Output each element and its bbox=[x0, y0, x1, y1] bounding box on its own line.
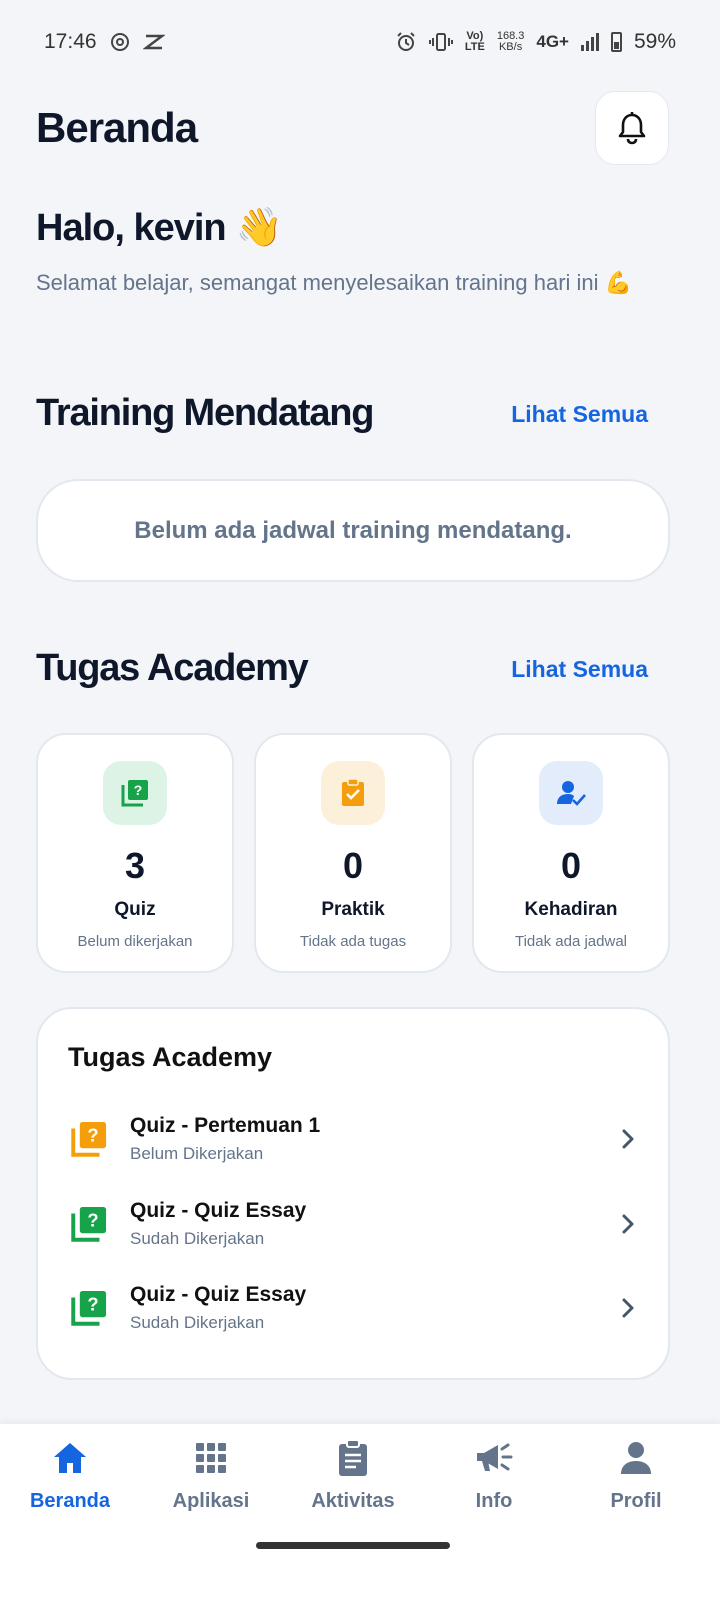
task-item[interactable]: ? Quiz - Quiz Essay Sudah Dikerjakan bbox=[68, 1194, 642, 1254]
chevron-right-icon bbox=[622, 1129, 634, 1149]
stat-card-praktik[interactable]: 0 Praktik Tidak ada tugas bbox=[254, 733, 452, 973]
status-left: 17:46 bbox=[44, 30, 165, 54]
greeting: Halo, kevin 👋 bbox=[36, 206, 283, 250]
task-status: Sudah Dikerjakan bbox=[130, 1313, 265, 1332]
task-list-card: Tugas Academy ? Quiz - Pertemuan 1 Belum… bbox=[36, 1007, 670, 1380]
stat-label: Quiz bbox=[114, 899, 156, 920]
nav-item-aplikasi[interactable]: Aplikasi bbox=[141, 1438, 281, 1513]
nav-item-beranda[interactable]: Beranda bbox=[0, 1438, 140, 1513]
task-item[interactable]: ? Quiz - Quiz Essay Sudah Dikerjakan bbox=[68, 1278, 642, 1338]
chatgpt-notification-icon bbox=[110, 33, 129, 51]
battery-level: 59% bbox=[633, 30, 676, 53]
upcoming-training-title: Training Mendatang bbox=[36, 392, 375, 434]
upcoming-see-all-link[interactable]: Lihat Semua bbox=[511, 401, 648, 428]
grid-icon bbox=[141, 1438, 281, 1478]
task-text: Quiz - Pertemuan 1 Belum Dikerjakan bbox=[130, 1114, 614, 1164]
megaphone-icon bbox=[424, 1438, 564, 1478]
network-type: 4G+ bbox=[536, 32, 569, 51]
task-name: Quiz - Quiz Essay bbox=[130, 1283, 307, 1306]
svg-text:?: ? bbox=[134, 782, 143, 798]
task-status: Sudah Dikerjakan bbox=[130, 1229, 265, 1248]
stat-card-kehadiran[interactable]: 0 Kehadiran Tidak ada jadwal bbox=[472, 733, 670, 973]
greeting-text: Halo, kevin bbox=[36, 206, 227, 249]
academy-title: Tugas Academy bbox=[36, 647, 309, 689]
status-right: Vo) LTE 168.3 KB/s 4G+ .battery::after{h… bbox=[395, 30, 676, 54]
signal-icon bbox=[580, 33, 599, 51]
bottom-nav: Beranda Aplikasi Aktivitas Info Profil bbox=[0, 1424, 720, 1600]
alarm-icon bbox=[397, 32, 415, 51]
stat-sub: Belum dikerjakan bbox=[77, 933, 193, 950]
nav-item-aktivitas[interactable]: Aktivitas bbox=[283, 1438, 423, 1513]
nav-label: Aktivitas bbox=[311, 1490, 395, 1512]
stat-card-quiz[interactable]: ? 3 Quiz Belum dikerjakan bbox=[36, 733, 234, 973]
nav-label: Profil bbox=[610, 1490, 662, 1512]
clipboard-icon bbox=[283, 1438, 423, 1478]
vibrate-icon bbox=[428, 33, 453, 51]
task-list-title: Tugas Academy bbox=[68, 1042, 273, 1072]
stat-sub: Tidak ada tugas bbox=[299, 933, 407, 950]
task-name: Quiz - Quiz Essay bbox=[130, 1199, 307, 1222]
clipboard-check-icon bbox=[321, 761, 385, 825]
stat-label: Praktik bbox=[321, 899, 385, 920]
person-check-icon bbox=[539, 761, 603, 825]
quiz-icon: ? bbox=[71, 1121, 107, 1157]
stat-count: 0 bbox=[560, 845, 582, 886]
stat-count: 3 bbox=[124, 845, 146, 886]
network-speed: 168.3 KB/s bbox=[496, 30, 525, 53]
greeting-subtitle: Selamat belajar, semangat menyelesaikan … bbox=[36, 270, 633, 295]
nav-label: Info bbox=[475, 1490, 513, 1512]
home-indicator[interactable] bbox=[256, 1542, 450, 1549]
notification-button[interactable] bbox=[595, 91, 669, 165]
stat-count: 0 bbox=[342, 845, 364, 886]
quiz-icon: ? bbox=[71, 1206, 107, 1242]
svg-text:?: ? bbox=[87, 1294, 98, 1315]
bell-icon bbox=[618, 112, 646, 145]
quiz-icon: ? bbox=[103, 761, 167, 825]
upcoming-empty-text: Belum ada jadwal training mendatang. bbox=[134, 516, 572, 544]
nav-label: Aplikasi bbox=[172, 1490, 250, 1512]
academy-see-all-link[interactable]: Lihat Semua bbox=[511, 656, 648, 683]
task-status: Belum Dikerjakan bbox=[130, 1144, 264, 1163]
person-icon bbox=[566, 1438, 706, 1478]
quiz-icon: ? bbox=[71, 1290, 107, 1326]
stat-sub: Tidak ada jadwal bbox=[514, 933, 627, 950]
chevron-right-icon bbox=[622, 1214, 634, 1234]
wave-emoji: 👋 bbox=[235, 207, 283, 249]
task-text: Quiz - Quiz Essay Sudah Dikerjakan bbox=[130, 1199, 614, 1249]
status-bar: 17:46 Vo) LTE 168.3 KB/s 4G+ 59% bbox=[0, 0, 720, 84]
chevron-right-icon bbox=[622, 1298, 634, 1318]
capcut-notification-icon bbox=[142, 34, 165, 50]
svg-text:?: ? bbox=[87, 1125, 98, 1146]
upcoming-empty-card: Belum ada jadwal training mendatang. bbox=[36, 479, 670, 582]
task-name: Quiz - Pertemuan 1 bbox=[130, 1114, 321, 1137]
status-time: 17:46 bbox=[44, 30, 97, 53]
stat-label: Kehadiran bbox=[524, 899, 618, 920]
nav-label: Beranda bbox=[29, 1490, 111, 1512]
nav-item-profil[interactable]: Profil bbox=[566, 1438, 706, 1513]
volte-indicator: Vo) LTE bbox=[464, 30, 485, 53]
home-icon bbox=[0, 1438, 140, 1478]
task-text: Quiz - Quiz Essay Sudah Dikerjakan bbox=[130, 1283, 614, 1333]
nav-item-info[interactable]: Info bbox=[424, 1438, 564, 1513]
battery-icon: .battery::after{height:calc(59% - 2px);} bbox=[610, 32, 622, 52]
task-item[interactable]: ? Quiz - Pertemuan 1 Belum Dikerjakan bbox=[68, 1109, 642, 1169]
page-title: Beranda bbox=[36, 104, 198, 151]
svg-text:?: ? bbox=[87, 1210, 98, 1231]
